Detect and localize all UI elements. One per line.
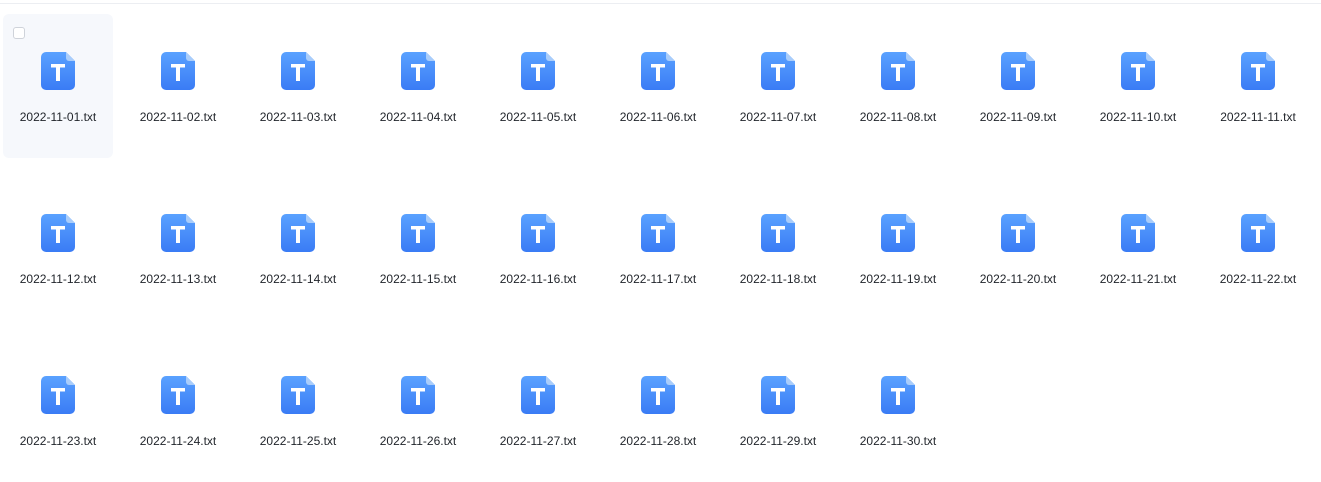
file-item[interactable]: 2022-11-22.txt bbox=[1203, 176, 1313, 320]
txt-file-icon bbox=[761, 52, 795, 90]
file-name: 2022-11-30.txt bbox=[859, 434, 937, 448]
txt-file-icon bbox=[761, 376, 795, 414]
file-item[interactable]: 2022-11-23.txt bbox=[3, 338, 113, 482]
file-name: 2022-11-14.txt bbox=[259, 272, 337, 286]
file-name: 2022-11-16.txt bbox=[499, 272, 577, 286]
txt-file-icon bbox=[641, 214, 675, 252]
file-name: 2022-11-24.txt bbox=[139, 434, 217, 448]
file-item[interactable]: 2022-11-18.txt bbox=[723, 176, 833, 320]
file-item[interactable]: 2022-11-17.txt bbox=[603, 176, 713, 320]
file-item[interactable]: 2022-11-20.txt bbox=[963, 176, 1073, 320]
txt-file-icon bbox=[881, 376, 915, 414]
txt-file-icon bbox=[881, 52, 915, 90]
top-divider bbox=[0, 3, 1321, 4]
txt-file-icon bbox=[41, 52, 75, 90]
file-item[interactable]: 2022-11-11.txt bbox=[1203, 14, 1313, 158]
file-name: 2022-11-11.txt bbox=[1220, 110, 1296, 124]
file-item[interactable]: 2022-11-29.txt bbox=[723, 338, 833, 482]
file-item[interactable]: 2022-11-08.txt bbox=[843, 14, 953, 158]
file-item[interactable]: 2022-11-19.txt bbox=[843, 176, 953, 320]
txt-file-icon bbox=[521, 214, 555, 252]
file-name: 2022-11-18.txt bbox=[739, 272, 817, 286]
txt-file-icon bbox=[641, 376, 675, 414]
txt-file-icon bbox=[281, 214, 315, 252]
file-name: 2022-11-29.txt bbox=[739, 434, 817, 448]
file-item[interactable]: 2022-11-24.txt bbox=[123, 338, 233, 482]
file-name: 2022-11-08.txt bbox=[859, 110, 937, 124]
file-name: 2022-11-22.txt bbox=[1219, 272, 1297, 286]
file-name: 2022-11-09.txt bbox=[979, 110, 1057, 124]
txt-file-icon bbox=[1001, 214, 1035, 252]
file-name: 2022-11-13.txt bbox=[139, 272, 217, 286]
file-item[interactable]: 2022-11-28.txt bbox=[603, 338, 713, 482]
file-name: 2022-11-03.txt bbox=[259, 110, 337, 124]
file-item[interactable]: 2022-11-06.txt bbox=[603, 14, 713, 158]
file-name: 2022-11-06.txt bbox=[619, 110, 697, 124]
file-item[interactable]: 2022-11-16.txt bbox=[483, 176, 593, 320]
txt-file-icon bbox=[281, 376, 315, 414]
file-item[interactable]: 2022-11-12.txt bbox=[3, 176, 113, 320]
txt-file-icon bbox=[1241, 52, 1275, 90]
file-item[interactable]: 2022-11-09.txt bbox=[963, 14, 1073, 158]
file-name: 2022-11-25.txt bbox=[259, 434, 337, 448]
file-item[interactable]: 2022-11-01.txt bbox=[3, 14, 113, 158]
file-item[interactable]: 2022-11-02.txt bbox=[123, 14, 233, 158]
file-item[interactable]: 2022-11-13.txt bbox=[123, 176, 233, 320]
file-name: 2022-11-07.txt bbox=[739, 110, 817, 124]
file-name: 2022-11-17.txt bbox=[619, 272, 697, 286]
file-item[interactable]: 2022-11-27.txt bbox=[483, 338, 593, 482]
file-name: 2022-11-10.txt bbox=[1099, 110, 1177, 124]
file-name: 2022-11-23.txt bbox=[19, 434, 97, 448]
file-item[interactable]: 2022-11-26.txt bbox=[363, 338, 473, 482]
file-item[interactable]: 2022-11-21.txt bbox=[1083, 176, 1193, 320]
txt-file-icon bbox=[41, 376, 75, 414]
file-name: 2022-11-01.txt bbox=[19, 110, 97, 124]
select-checkbox[interactable] bbox=[13, 27, 25, 39]
txt-file-icon bbox=[521, 376, 555, 414]
txt-file-icon bbox=[281, 52, 315, 90]
txt-file-icon bbox=[41, 214, 75, 252]
file-item[interactable]: 2022-11-25.txt bbox=[243, 338, 353, 482]
txt-file-icon bbox=[1241, 214, 1275, 252]
txt-file-icon bbox=[1121, 52, 1155, 90]
file-item[interactable]: 2022-11-30.txt bbox=[843, 338, 953, 482]
file-item[interactable]: 2022-11-04.txt bbox=[363, 14, 473, 158]
txt-file-icon bbox=[761, 214, 795, 252]
file-name: 2022-11-05.txt bbox=[499, 110, 577, 124]
file-name: 2022-11-19.txt bbox=[859, 272, 937, 286]
file-name: 2022-11-21.txt bbox=[1099, 272, 1177, 286]
file-name: 2022-11-02.txt bbox=[139, 110, 217, 124]
file-name: 2022-11-27.txt bbox=[499, 434, 577, 448]
file-name: 2022-11-20.txt bbox=[979, 272, 1057, 286]
txt-file-icon bbox=[881, 214, 915, 252]
file-item[interactable]: 2022-11-07.txt bbox=[723, 14, 833, 158]
file-item[interactable]: 2022-11-03.txt bbox=[243, 14, 353, 158]
txt-file-icon bbox=[161, 52, 195, 90]
txt-file-icon bbox=[641, 52, 675, 90]
txt-file-icon bbox=[1001, 52, 1035, 90]
txt-file-icon bbox=[521, 52, 555, 90]
txt-file-icon bbox=[401, 214, 435, 252]
txt-file-icon bbox=[161, 376, 195, 414]
file-item[interactable]: 2022-11-10.txt bbox=[1083, 14, 1193, 158]
file-name: 2022-11-28.txt bbox=[619, 434, 697, 448]
file-item[interactable]: 2022-11-15.txt bbox=[363, 176, 473, 320]
file-grid: 2022-11-01.txt 2022-11-02.txt 2022-11-03… bbox=[3, 14, 1313, 482]
txt-file-icon bbox=[401, 52, 435, 90]
file-name: 2022-11-26.txt bbox=[379, 434, 457, 448]
file-name: 2022-11-04.txt bbox=[379, 110, 457, 124]
txt-file-icon bbox=[161, 214, 195, 252]
file-name: 2022-11-12.txt bbox=[19, 272, 97, 286]
file-item[interactable]: 2022-11-14.txt bbox=[243, 176, 353, 320]
txt-file-icon bbox=[1121, 214, 1155, 252]
file-name: 2022-11-15.txt bbox=[379, 272, 457, 286]
file-item[interactable]: 2022-11-05.txt bbox=[483, 14, 593, 158]
txt-file-icon bbox=[401, 376, 435, 414]
